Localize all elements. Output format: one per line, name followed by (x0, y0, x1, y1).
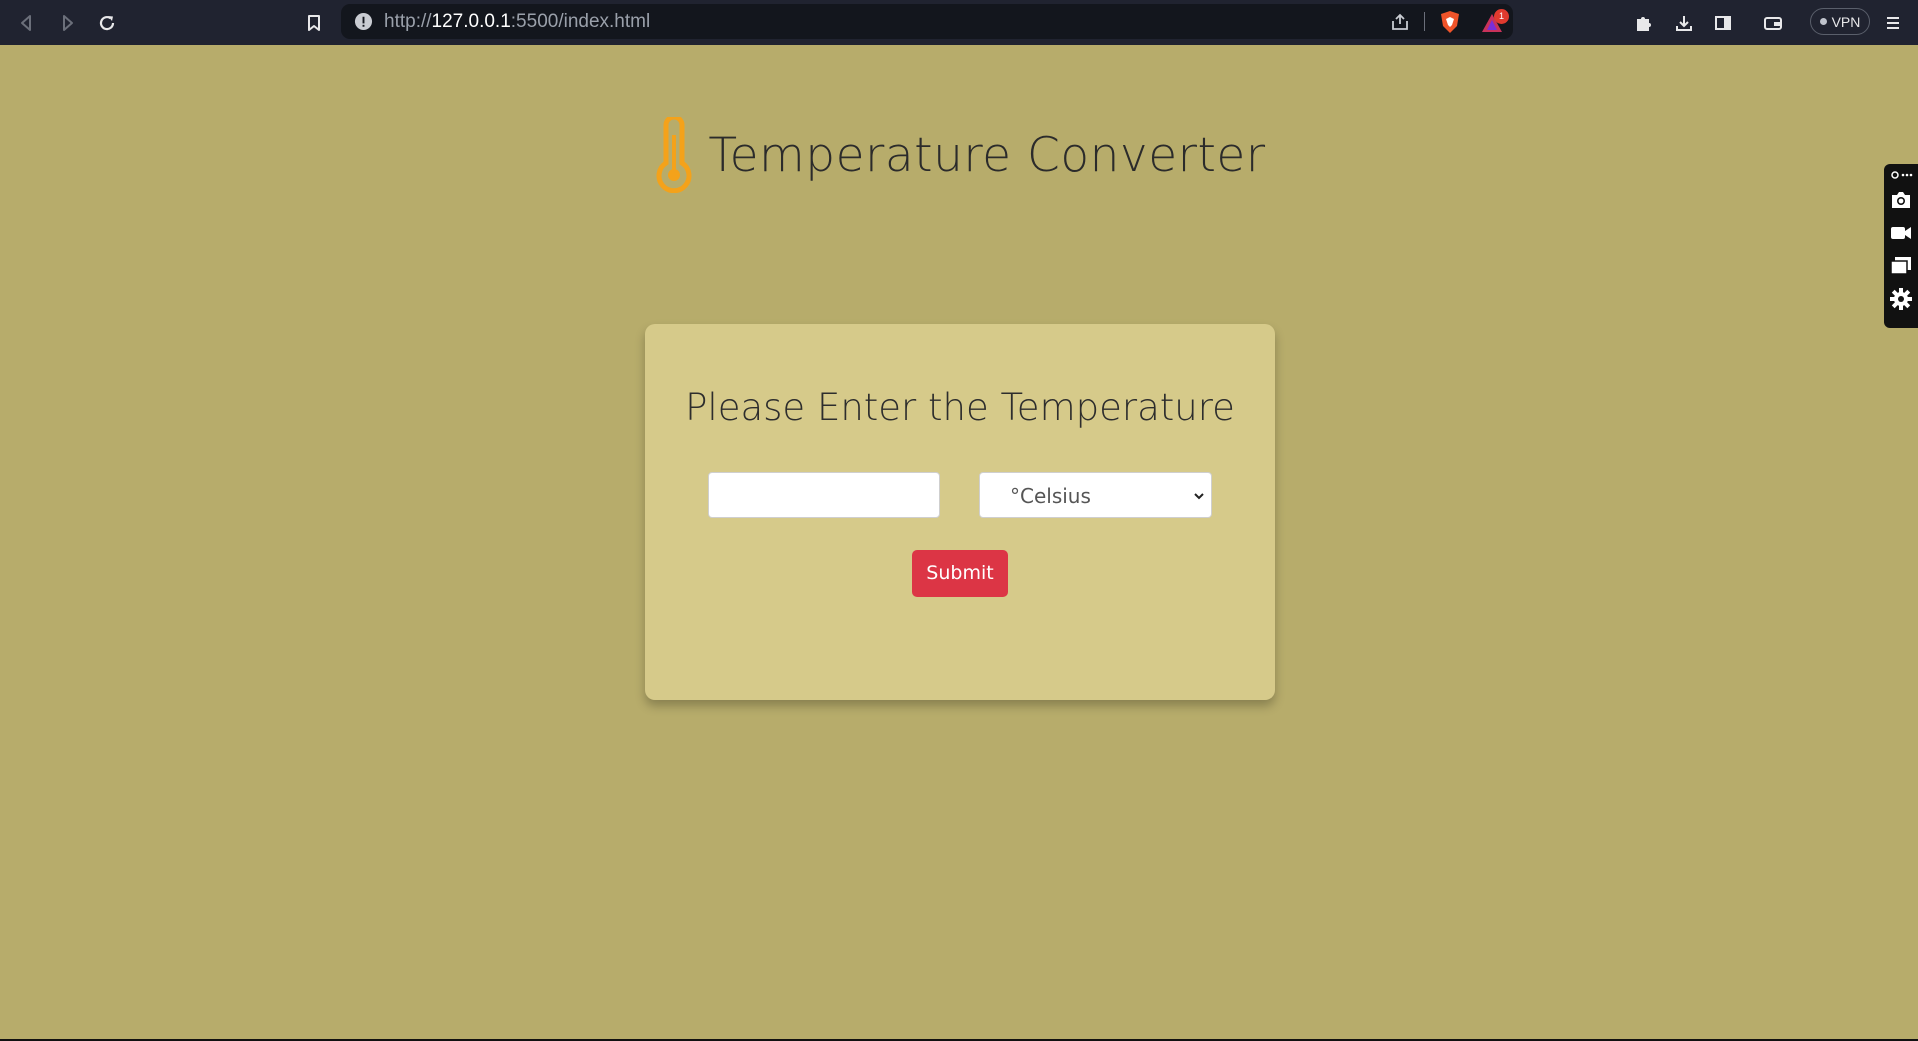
sidebar-toggle-button[interactable] (1705, 0, 1741, 45)
video-camera-icon[interactable] (1889, 221, 1913, 245)
temperature-input[interactable] (708, 472, 940, 518)
site-info-icon (354, 12, 373, 31)
forward-arrow-icon (63, 14, 73, 31)
chevron-down-icon (1194, 493, 1204, 500)
unit-select-value: °Celsius (1010, 484, 1091, 508)
notification-badge: 1 (1494, 9, 1509, 24)
download-icon (1676, 15, 1692, 31)
extensions-button[interactable] (1626, 0, 1662, 45)
form-heading: Please Enter the Temperature (685, 386, 1235, 429)
submit-button[interactable]: Submit (912, 550, 1008, 597)
url-scheme: http:// (384, 11, 432, 32)
address-bar[interactable]: http://127.0.0.1:5500/index.html (341, 4, 1513, 39)
back-arrow-icon (21, 14, 31, 31)
gear-icon[interactable] (1889, 287, 1913, 311)
capture-side-panel (1884, 164, 1918, 328)
vpn-status-dot (1819, 18, 1827, 25)
bookmark-icon (308, 14, 320, 31)
thermometer-icon (652, 117, 696, 193)
wallet-icon (1764, 16, 1782, 30)
hamburger-menu-icon (1887, 16, 1899, 29)
forward-button[interactable] (49, 0, 85, 45)
bookmark-button[interactable] (296, 0, 332, 45)
url-path: :5500/index.html (510, 11, 651, 32)
url-host: 127.0.0.1 (431, 11, 511, 32)
browser-toolbar: http://127.0.0.1:5500/index.html 1 VPN (0, 0, 1918, 45)
wallet-button[interactable] (1755, 0, 1791, 45)
puzzle-icon (1637, 16, 1651, 31)
page-header: Temperature Converter (0, 105, 1918, 205)
windows-icon[interactable] (1889, 254, 1913, 278)
unit-select[interactable]: °Celsius (979, 472, 1212, 518)
menu-button[interactable] (1876, 0, 1910, 45)
reload-icon (99, 15, 115, 30)
vpn-button[interactable]: VPN (1810, 8, 1870, 35)
urlbar-divider (1424, 12, 1425, 31)
url-text: http://127.0.0.1:5500/index.html (384, 4, 650, 39)
page-title: Temperature Converter (708, 127, 1266, 183)
share-icon[interactable] (1390, 12, 1410, 32)
converter-card: Please Enter the Temperature °Celsius Su… (645, 324, 1275, 700)
back-button[interactable] (9, 0, 45, 45)
reload-button[interactable] (89, 0, 125, 45)
downloads-button[interactable] (1666, 0, 1702, 45)
vpn-label: VPN (1831, 13, 1861, 30)
sidebar-icon (1715, 15, 1731, 30)
panel-options-icon[interactable] (1889, 168, 1913, 182)
brave-shield-icon[interactable] (1439, 10, 1461, 34)
camera-icon[interactable] (1889, 188, 1913, 212)
